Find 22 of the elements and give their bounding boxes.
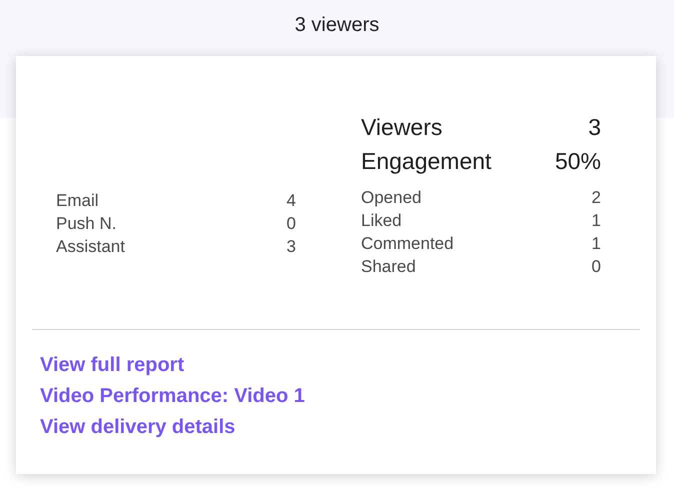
channel-count: 3: [286, 236, 296, 258]
channel-label: Push N.: [56, 213, 116, 235]
action-label: Opened: [361, 187, 422, 209]
action-label: Commented: [361, 233, 454, 255]
channel-count: 0: [286, 213, 296, 235]
action-count: 1: [592, 210, 601, 232]
action-count: 2: [592, 187, 601, 209]
channel-label: Email: [56, 190, 99, 212]
report-link[interactable]: View delivery details: [40, 412, 236, 443]
action-label: Shared: [361, 256, 416, 278]
action-count: 0: [592, 256, 601, 278]
channel-label: Assistant: [56, 236, 125, 258]
summary-label: Viewers: [361, 113, 442, 142]
summary-label: Engagement: [361, 147, 492, 176]
report-link[interactable]: Video Performance: Video 1: [40, 381, 305, 412]
summary-value: 50%: [554, 147, 601, 176]
report-link[interactable]: View full report: [40, 350, 184, 381]
summary-value: 3: [588, 113, 601, 142]
action-count: 1: [592, 233, 601, 255]
channel-count: 4: [286, 190, 296, 212]
viewer-count: 3 viewers: [294, 13, 380, 38]
action-label: Liked: [361, 210, 402, 232]
